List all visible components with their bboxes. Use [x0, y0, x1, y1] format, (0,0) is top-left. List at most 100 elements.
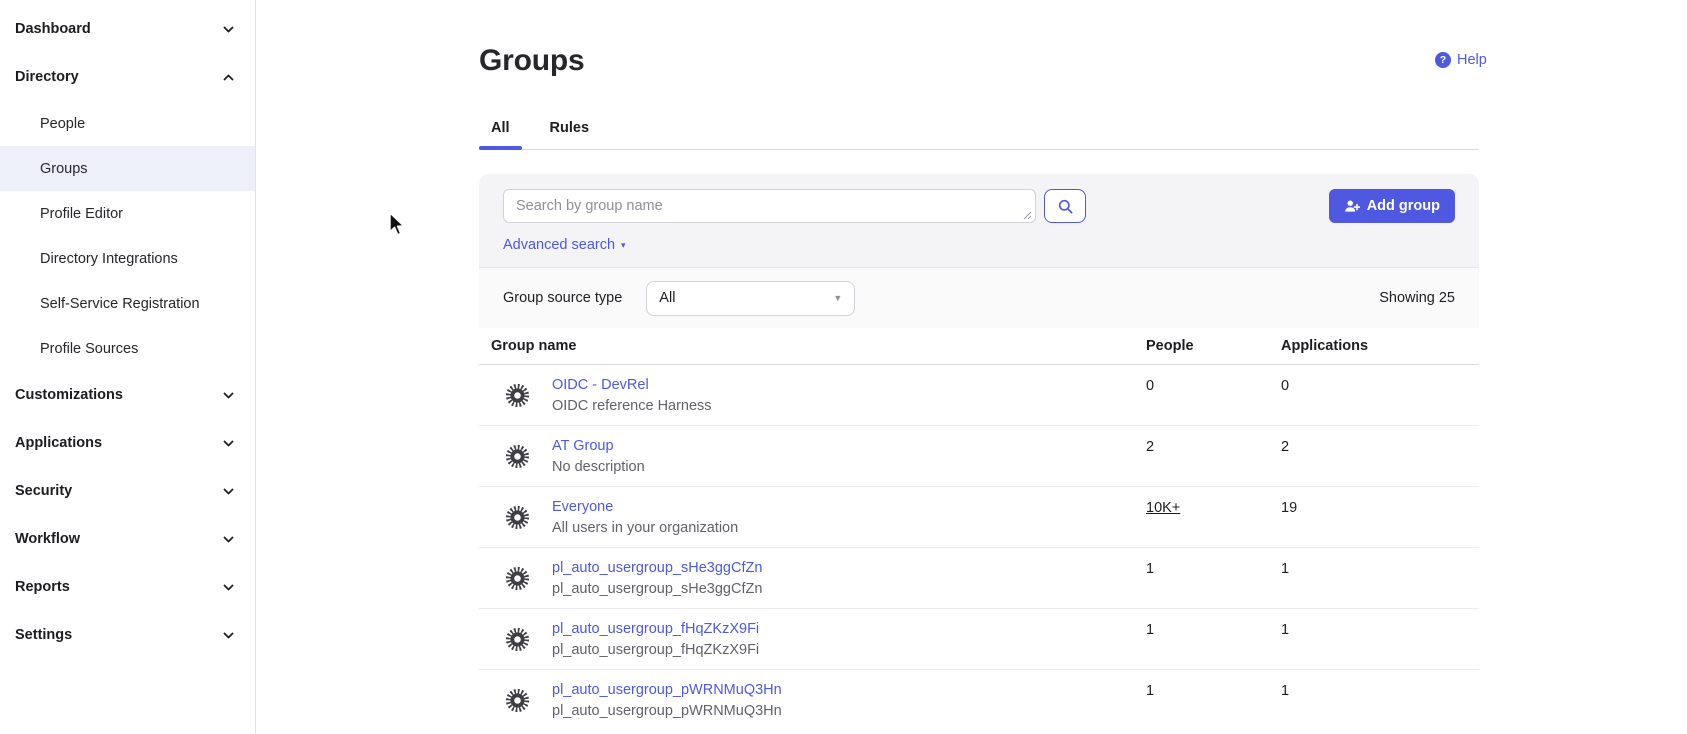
applications-count: 1: [1281, 609, 1479, 669]
sidebar-subitem-label: Profile Editor: [40, 206, 123, 222]
applications-count: 1: [1281, 548, 1479, 608]
user-plus-icon: [1344, 199, 1360, 214]
group-avatar-icon: [504, 687, 531, 714]
sidebar-item-self-service-registration[interactable]: Self-Service Registration: [0, 281, 255, 326]
sidebar-item-label: Reports: [15, 579, 70, 595]
caret-down-icon: ▼: [833, 293, 842, 303]
sidebar-item-label: Security: [15, 483, 72, 499]
chevron-down-icon: [222, 23, 235, 36]
people-count-link[interactable]: 10K+: [1146, 487, 1180, 516]
group-avatar-icon: [504, 626, 531, 653]
table-header-row: Group name People Applications: [479, 328, 1479, 365]
chevron-up-icon: [222, 71, 235, 84]
chevron-down-icon: [222, 629, 235, 642]
chevron-down-icon: [222, 389, 235, 402]
main-content: ? Help Groups All Rules: [257, 0, 1687, 734]
table-row: OIDC - DevRel OIDC reference Harness 0 0: [479, 365, 1479, 426]
groups-table: Group name People Applications OIDC - De…: [479, 328, 1479, 731]
table-row: pl_auto_usergroup_pWRNMuQ3Hn pl_auto_use…: [479, 670, 1479, 731]
people-count: 0: [1146, 365, 1281, 425]
chevron-down-icon: [222, 533, 235, 546]
advanced-search-toggle[interactable]: Advanced search ▾: [503, 237, 626, 253]
sidebar-item-applications[interactable]: Applications: [0, 419, 255, 467]
people-count: 1: [1146, 548, 1281, 608]
sidebar-item-profile-editor[interactable]: Profile Editor: [0, 191, 255, 236]
sidebar-item-customizations[interactable]: Customizations: [0, 371, 255, 419]
caret-down-icon: ▾: [621, 241, 626, 250]
group-source-type-label: Group source type: [503, 290, 622, 306]
group-name-link[interactable]: pl_auto_usergroup_sHe3ggCfZn: [552, 560, 762, 576]
sidebar-item-settings[interactable]: Settings: [0, 611, 255, 659]
magnifying-glass-icon: [1057, 198, 1074, 215]
advanced-search-label: Advanced search: [503, 237, 615, 253]
applications-count: 2: [1281, 426, 1479, 486]
people-count: 2: [1146, 426, 1281, 486]
chevron-down-icon: [222, 485, 235, 498]
page-title: Groups: [479, 42, 1479, 80]
group-avatar-icon: [504, 504, 531, 531]
group-source-type-select[interactable]: All ▼: [646, 281, 855, 316]
group-name-link[interactable]: AT Group: [552, 438, 645, 454]
group-avatar-icon: [504, 565, 531, 592]
group-description: OIDC reference Harness: [552, 398, 712, 414]
col-header-applications: Applications: [1281, 338, 1479, 354]
sidebar-item-workflow[interactable]: Workflow: [0, 515, 255, 563]
sidebar-item-label: Settings: [15, 627, 72, 643]
sidebar-item-label: Dashboard: [15, 21, 91, 37]
tab-bar: All Rules: [479, 120, 1479, 150]
sidebar-subitem-label: Groups: [40, 161, 88, 177]
group-name-link[interactable]: Everyone: [552, 499, 738, 515]
people-count: 1: [1146, 609, 1281, 669]
sidebar-subitem-label: Directory Integrations: [40, 251, 178, 267]
people-count: 1: [1146, 670, 1281, 731]
sidebar-item-label: Directory: [15, 69, 79, 85]
sidebar-item-profile-sources[interactable]: Profile Sources: [0, 326, 255, 371]
group-name-link[interactable]: pl_auto_usergroup_pWRNMuQ3Hn: [552, 682, 782, 698]
group-avatar-icon: [504, 382, 531, 409]
applications-count: 19: [1281, 487, 1479, 547]
sidebar-item-label: Applications: [15, 435, 102, 451]
sidebar-item-reports[interactable]: Reports: [0, 563, 255, 611]
sidebar-item-dashboard[interactable]: Dashboard: [0, 5, 255, 53]
group-name-link[interactable]: OIDC - DevRel: [552, 377, 712, 393]
sidebar-item-groups[interactable]: Groups: [0, 146, 255, 191]
group-description: All users in your organization: [552, 520, 738, 536]
resize-handle-icon[interactable]: [1022, 210, 1032, 220]
mouse-cursor: [388, 212, 407, 238]
select-value: All: [659, 290, 675, 306]
sidebar-item-label: Customizations: [15, 387, 123, 403]
col-header-people: People: [1146, 338, 1281, 354]
search-input-wrap: [503, 189, 1036, 227]
add-group-label: Add group: [1367, 198, 1440, 214]
search-button[interactable]: [1044, 189, 1086, 223]
group-description: pl_auto_usergroup_pWRNMuQ3Hn: [552, 703, 782, 719]
group-description: pl_auto_usergroup_sHe3ggCfZn: [552, 581, 762, 597]
applications-count: 0: [1281, 365, 1479, 425]
chevron-down-icon: [222, 437, 235, 450]
table-row: pl_auto_usergroup_fHqZKzX9Fi pl_auto_use…: [479, 609, 1479, 670]
table-row: pl_auto_usergroup_sHe3ggCfZn pl_auto_use…: [479, 548, 1479, 609]
col-header-group-name: Group name: [479, 338, 1146, 354]
sidebar-item-security[interactable]: Security: [0, 467, 255, 515]
group-description: pl_auto_usergroup_fHqZKzX9Fi: [552, 642, 759, 658]
search-panel: Add group Advanced search ▾: [479, 174, 1479, 267]
group-avatar-icon: [504, 443, 531, 470]
applications-count: 1: [1281, 670, 1479, 731]
table-row: AT Group No description 2 2: [479, 426, 1479, 487]
group-name-link[interactable]: pl_auto_usergroup_fHqZKzX9Fi: [552, 621, 759, 637]
sidebar-subitem-label: People: [40, 116, 85, 132]
search-input[interactable]: [503, 189, 1036, 223]
tab-all[interactable]: All: [479, 120, 522, 149]
sidebar-item-directory-integrations[interactable]: Directory Integrations: [0, 236, 255, 281]
showing-count: Showing 25: [1379, 290, 1455, 306]
table-row: Everyone All users in your organization …: [479, 487, 1479, 548]
sidebar-item-people[interactable]: People: [0, 101, 255, 146]
filter-bar: Group source type All ▼ Showing 25: [479, 267, 1479, 328]
sidebar-item-label: Workflow: [15, 531, 80, 547]
sidebar-subitem-label: Profile Sources: [40, 341, 138, 357]
add-group-button[interactable]: Add group: [1329, 189, 1455, 223]
chevron-down-icon: [222, 581, 235, 594]
sidebar-subitem-label: Self-Service Registration: [40, 296, 200, 312]
sidebar-item-directory[interactable]: Directory: [0, 53, 255, 101]
tab-rules[interactable]: Rules: [538, 120, 602, 149]
